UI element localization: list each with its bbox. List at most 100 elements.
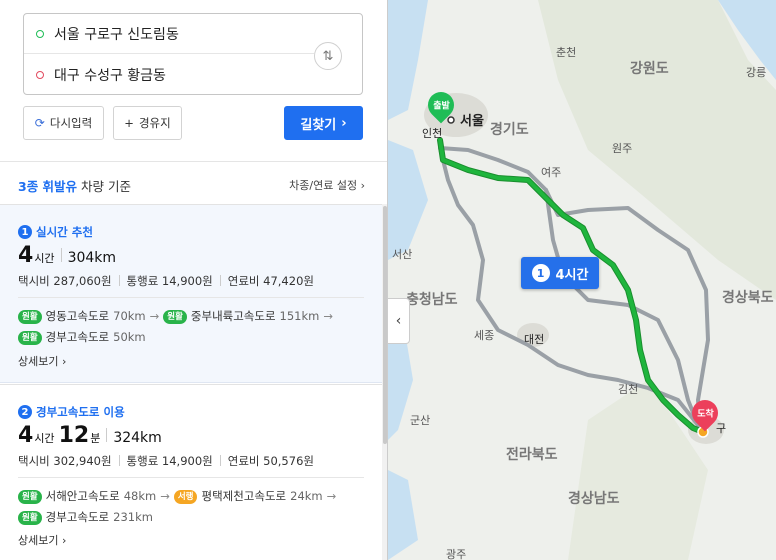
map-label-daegu: 구 (716, 422, 727, 435)
road-km: 231km (113, 510, 153, 524)
scrollbar-thumb[interactable] (383, 206, 387, 444)
separator (60, 248, 62, 262)
route-detail-link[interactable]: 상세보기 › (18, 353, 66, 369)
taxi-fare: 택시비 287,060원 (18, 274, 112, 288)
road-name: 서해안고속도로 (45, 489, 120, 503)
map-view[interactable]: 춘천 강원도 강릉 인천 서울 경기도 여주 원주 서산 충청남도 세종 대전 … (388, 0, 776, 560)
map-label-gyeonggi: 경기도 (490, 122, 529, 138)
end-pin-label: 도착 (696, 409, 714, 420)
add-waypoint-button[interactable]: + 경유지 (113, 106, 182, 140)
route-costs: 택시비 302,940원 통행료 14,900원 연료비 50,576원 (18, 453, 314, 469)
vehicle-class-prefix: 3종 휘발유 (18, 179, 78, 194)
road-name: 경부고속도로 (45, 330, 110, 344)
route-card-2[interactable]: 2 경부고속도로 이용 4 시간 12 분 324km 택시비 302,940원… (0, 384, 382, 560)
vehicle-class-suffix: 차량 기준 (81, 179, 132, 194)
route-number-badge: 1 (18, 225, 32, 239)
route-roads: 원활 영동고속도로 70km → 원활 중부내륙고속도로 151km → 원활 … (18, 306, 333, 348)
destination-field[interactable]: 대구 수성구 황금동 (24, 55, 314, 95)
road-line: 원활 경부고속도로 231km (18, 507, 336, 528)
arrow-right-icon: → (160, 489, 170, 503)
map-label-gyeongnam: 경상남도 (568, 491, 620, 507)
route-card-1[interactable]: 1 실시간 추천 4 시간 304km 택시비 287,060원 통행료 14,… (0, 204, 382, 383)
taxi-fare: 택시비 302,940원 (18, 454, 112, 468)
map-label-gangneung: 강릉 (746, 66, 767, 79)
search-box: 서울 구로구 신도림동 대구 수성구 황금동 ⇅ (23, 13, 363, 95)
map-label-gyeongbuk: 경상북도 (722, 290, 774, 306)
route-hours-unit: 시간 (34, 252, 55, 265)
find-route-button[interactable]: 길찾기 › (284, 106, 363, 140)
map-label-gunsan: 군산 (410, 414, 431, 427)
arrow-right-icon: → (326, 489, 337, 503)
separator (106, 428, 108, 442)
route-title: 2 경부고속도로 이용 (18, 404, 125, 420)
route-title-text: 실시간 추천 (36, 225, 93, 239)
route-hours: 4 (18, 243, 34, 268)
road-km: 50km (113, 330, 146, 344)
find-route-label: 길찾기 (300, 117, 337, 133)
map-label-jeonbuk: 전라북도 (506, 447, 558, 463)
map-label-gangwon: 강원도 (630, 61, 669, 77)
origin-dot-icon (36, 29, 44, 38)
divider (0, 161, 387, 162)
road-line: 원활 경부고속도로 50km (18, 327, 333, 348)
route-title-text: 경부고속도로 이용 (36, 405, 125, 419)
terrain-south (568, 380, 708, 560)
collapse-panel-button[interactable]: ‹ (388, 298, 410, 344)
sea-west-2 (388, 140, 428, 260)
refresh-icon: ⟳ (34, 116, 45, 130)
sea-west-4 (388, 470, 418, 560)
destination-dot-icon (36, 71, 44, 79)
traffic-badge: 원활 (18, 309, 42, 324)
map-label-incheon: 인천 (422, 127, 443, 140)
plus-icon: + (124, 116, 134, 130)
road-name: 영동고속도로 (45, 309, 110, 323)
origin-field[interactable]: 서울 구로구 신도림동 (24, 14, 314, 54)
seoul-marker (447, 116, 455, 124)
route-roads: 원활 서해안고속도로 48km → 서행 평택제천고속도로 24km → 원활 … (18, 486, 336, 528)
map-label-wonju: 원주 (612, 142, 633, 155)
reset-label: 다시입력 (49, 116, 93, 130)
chevron-right-icon: › (61, 355, 67, 368)
route-duration: 4 시간 304km (18, 243, 116, 268)
vehicle-settings-link[interactable]: 차종/연료 설정 › (289, 177, 365, 193)
road-line: 원활 서해안고속도로 48km → 서행 평택제천고속도로 24km → (18, 486, 336, 507)
route-time-badge[interactable]: 1 4시간 (521, 257, 599, 289)
fuel-cost: 연료비 50,576원 (227, 454, 314, 468)
route-distance: 304km (67, 250, 117, 266)
map-label-sejong: 세종 (474, 329, 495, 342)
chevron-right-icon: › (360, 179, 365, 192)
road-km: 151km (279, 309, 320, 323)
route-detail-link[interactable]: 상세보기 › (18, 532, 66, 548)
map-label-daejeon: 대전 (524, 333, 545, 346)
route-title: 1 실시간 추천 (18, 224, 93, 240)
road-name: 중부내륙고속도로 (190, 309, 276, 323)
fuel-cost: 연료비 47,420원 (227, 274, 314, 288)
map-label-chungnam: 충청남도 (406, 292, 458, 308)
origin-text: 서울 구로구 신도림동 (54, 26, 179, 43)
traffic-badge: 원활 (163, 309, 187, 324)
swap-arrows-icon[interactable]: ⇅ (314, 42, 342, 70)
route-distance: 324km (113, 430, 162, 446)
waypoint-label: 경유지 (138, 116, 171, 130)
detail-label: 상세보기 (18, 534, 59, 547)
road-km: 24km (290, 489, 323, 503)
route-number-badge: 1 (531, 264, 550, 282)
route-minutes: 12 (58, 423, 90, 448)
road-line: 원활 영동고속도로 70km → 원활 중부내륙고속도로 151km → (18, 306, 333, 327)
route-time-label: 4시간 (555, 267, 589, 283)
road-km: 70km (113, 309, 146, 323)
route-duration: 4 시간 12 분 324km (18, 423, 162, 448)
sea-west (388, 0, 428, 120)
map-label-gimcheon: 김천 (618, 383, 639, 396)
map-label-chuncheon: 춘천 (556, 46, 577, 59)
route-hours: 4 (18, 423, 34, 448)
destination-text: 대구 수성구 황금동 (54, 68, 166, 84)
traffic-badge: 원활 (18, 489, 42, 504)
route-hours-unit: 시간 (34, 432, 55, 445)
traffic-badge: 서행 (173, 489, 198, 504)
reset-button[interactable]: ⟳ 다시입력 (23, 106, 104, 140)
route-number-badge: 2 (18, 405, 32, 419)
map-label-seosan: 서산 (392, 248, 413, 261)
vehicle-class: 3종 휘발유 차량 기준 (18, 176, 131, 195)
toll-fee: 통행료 14,900원 (126, 454, 213, 468)
